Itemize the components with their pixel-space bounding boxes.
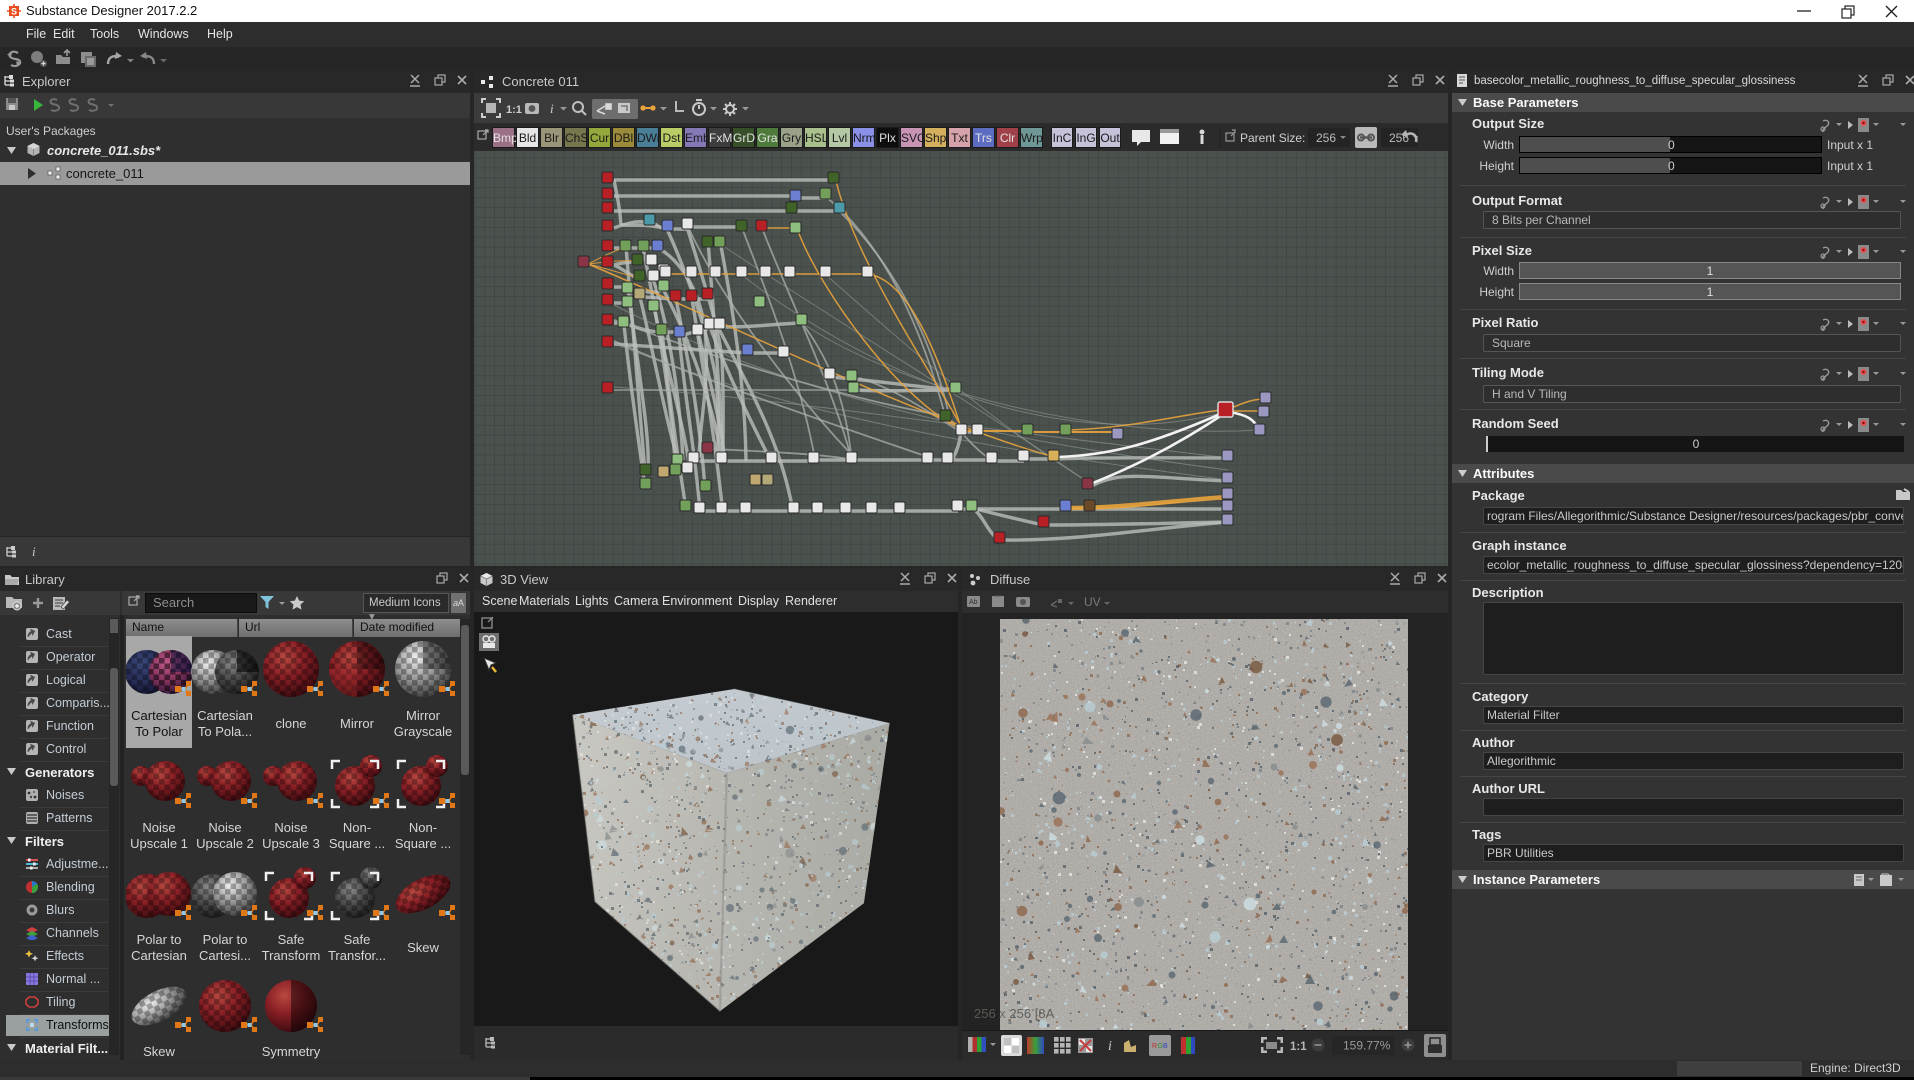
svg-text:S: S bbox=[11, 7, 17, 17]
svg-text:Parent Size:: Parent Size: bbox=[1240, 131, 1305, 145]
svg-text:256: 256 bbox=[1316, 131, 1336, 145]
svg-text:Ab: Ab bbox=[969, 599, 978, 606]
svg-text:i: i bbox=[550, 101, 554, 116]
svg-text:UV: UV bbox=[1084, 595, 1101, 609]
svg-text:1:1: 1:1 bbox=[506, 104, 522, 116]
